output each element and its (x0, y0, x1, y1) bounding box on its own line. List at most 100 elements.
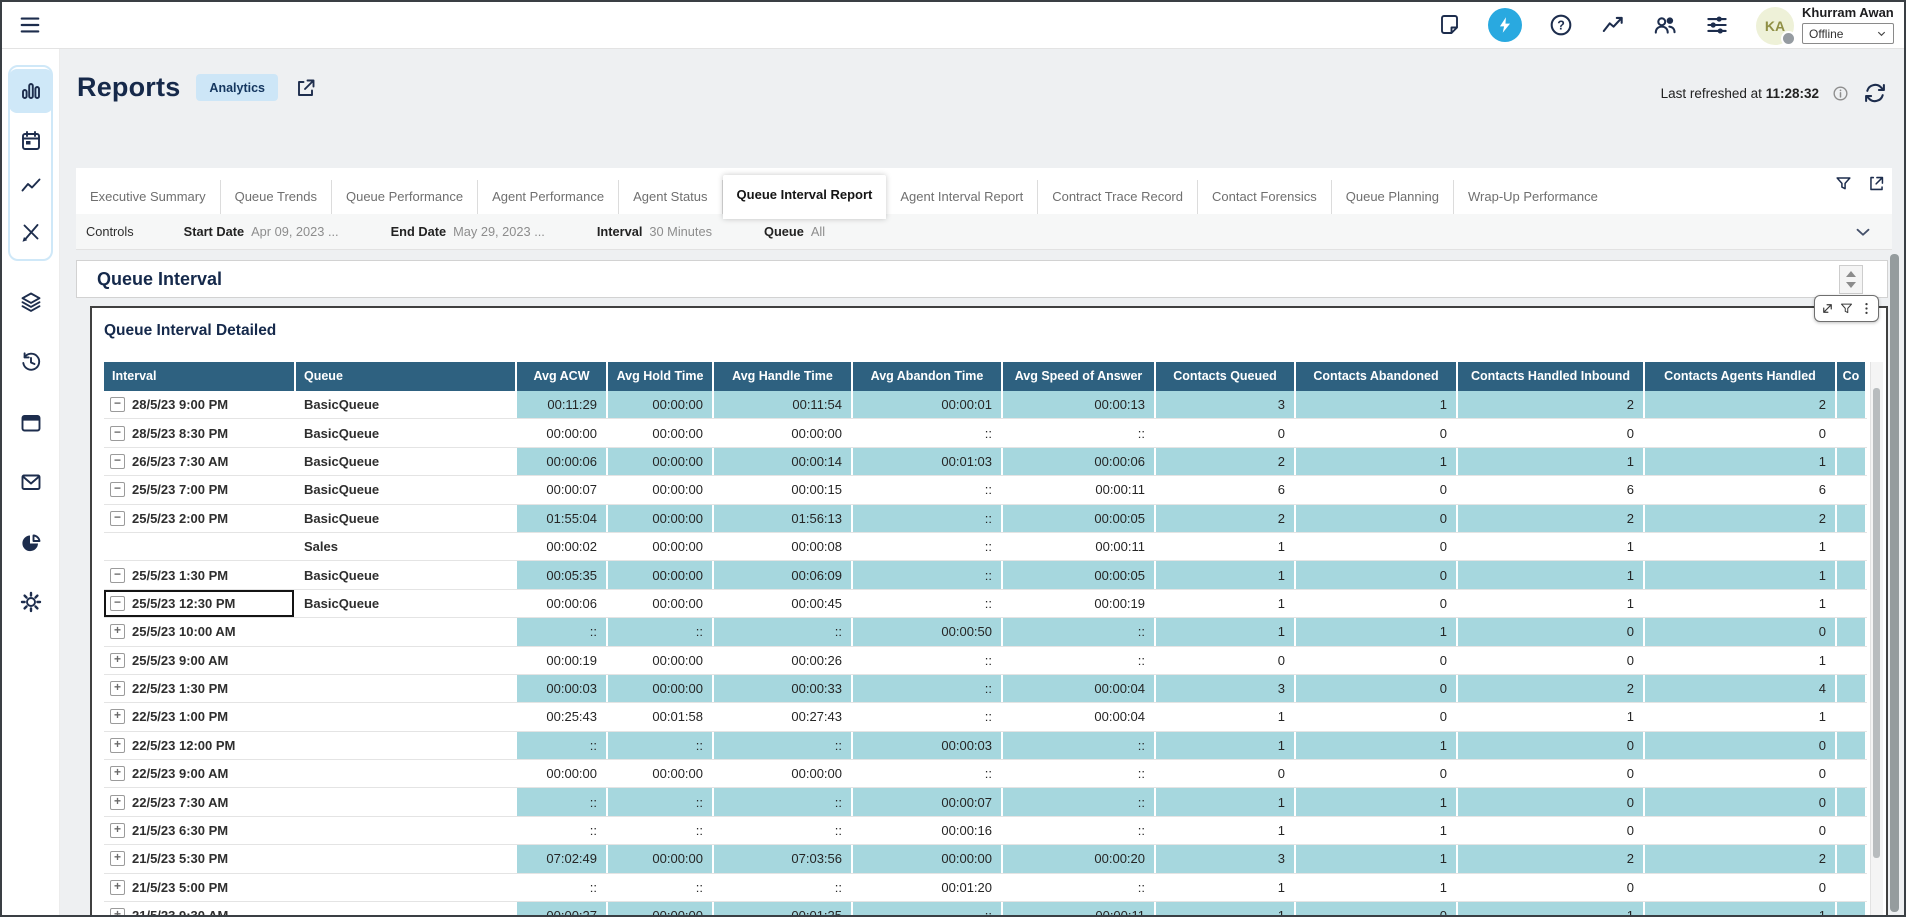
quick-actions-icon[interactable] (1488, 8, 1522, 42)
table-row[interactable]: +21/5/23 9:30 AM00:00:2700:00:0000:01:25… (104, 902, 1867, 917)
tab-queue-planning[interactable]: Queue Planning (1332, 180, 1454, 214)
filter-start-date[interactable]: Start Date Apr 09, 2023 ... (184, 224, 339, 239)
hamburger-menu-icon[interactable] (18, 14, 42, 36)
table-row[interactable]: −25/5/23 12:30 PMBasicQueue00:00:0600:00… (104, 590, 1867, 618)
column-header[interactable]: Avg Abandon Time (853, 362, 1003, 391)
table-row[interactable]: +21/5/23 5:00 PM::::::00:01:20::1100 (104, 874, 1867, 902)
expand-row-button[interactable]: + (110, 795, 125, 810)
filter-queue[interactable]: Queue All (764, 224, 825, 239)
help-icon[interactable]: ? (1548, 12, 1574, 38)
status-select[interactable]: Offline (1802, 23, 1894, 44)
sidebar-item-schedule[interactable] (9, 119, 53, 163)
filter-end-date[interactable]: End Date May 29, 2023 ... (391, 224, 545, 239)
table-scrollbar-thumb[interactable] (1873, 388, 1880, 858)
sidebar-item-layers[interactable] (9, 280, 53, 324)
tab-queue-performance[interactable]: Queue Performance (332, 180, 478, 214)
sidebar-item-wallboards[interactable] (9, 521, 53, 565)
interval-cell[interactable]: +22/5/23 1:30 PM (104, 675, 296, 702)
column-header[interactable]: Avg Handle Time (714, 362, 853, 391)
filter-icon[interactable] (1834, 174, 1853, 193)
interval-cell[interactable]: +21/5/23 5:00 PM (104, 874, 296, 901)
expand-row-button[interactable]: + (110, 908, 125, 917)
interval-cell[interactable] (104, 533, 296, 560)
table-row[interactable]: +25/5/23 10:00 AM::::::00:00:50::1100 (104, 618, 1867, 646)
column-header[interactable]: Interval (104, 362, 296, 391)
collapse-row-button[interactable]: − (110, 568, 125, 583)
table-row[interactable]: +22/5/23 1:30 PM00:00:0300:00:0000:00:33… (104, 675, 1867, 703)
table-scrollbar[interactable] (1870, 362, 1883, 915)
queue-interval-detailed-card[interactable]: Queue Interval Detailed Interval Queue A… (90, 306, 1888, 917)
interval-cell[interactable]: +25/5/23 10:00 AM (104, 618, 296, 645)
collapse-row-button[interactable]: − (110, 454, 125, 469)
tab-agent-interval-report[interactable]: Agent Interval Report (886, 180, 1038, 214)
tab-agent-status[interactable]: Agent Status (619, 180, 722, 214)
table-row[interactable]: +22/5/23 1:00 PM00:25:4300:01:5800:27:43… (104, 703, 1867, 731)
table-row[interactable]: −25/5/23 2:00 PMBasicQueue01:55:0400:00:… (104, 505, 1867, 533)
column-header[interactable]: Avg ACW (517, 362, 608, 391)
expand-row-button[interactable]: + (110, 738, 125, 753)
interval-cell[interactable]: −25/5/23 1:30 PM (104, 561, 296, 588)
interval-cell[interactable]: −25/5/23 2:00 PM (104, 505, 296, 532)
table-row[interactable]: −26/5/23 7:30 AMBasicQueue00:00:0600:00:… (104, 448, 1867, 476)
table-row[interactable]: +25/5/23 9:00 AM00:00:1900:00:0000:00:26… (104, 647, 1867, 675)
interval-cell[interactable]: −25/5/23 12:30 PM (104, 590, 296, 617)
settings-sliders-icon[interactable] (1704, 12, 1730, 38)
metrics-icon[interactable] (1600, 12, 1626, 38)
card-filter-icon[interactable] (1839, 301, 1854, 316)
expand-row-button[interactable]: + (110, 653, 125, 668)
sidebar-item-customize[interactable] (9, 210, 53, 254)
collapse-row-button[interactable]: − (110, 482, 125, 497)
table-row[interactable]: Sales00:00:0200:00:0000:00:08::00:00:111… (104, 533, 1867, 561)
table-row[interactable]: +22/5/23 7:30 AM::::::00:00:07::1100 (104, 788, 1867, 816)
expand-row-button[interactable]: + (110, 766, 125, 781)
interval-cell[interactable]: +21/5/23 5:30 PM (104, 845, 296, 872)
export-icon[interactable] (1867, 174, 1886, 193)
users-icon[interactable] (1652, 12, 1678, 38)
interval-cell[interactable]: −25/5/23 7:00 PM (104, 476, 296, 503)
expand-row-button[interactable]: + (110, 681, 125, 696)
table-row[interactable]: −25/5/23 1:30 PMBasicQueue00:05:3500:00:… (104, 561, 1867, 589)
expand-row-button[interactable]: + (110, 880, 125, 895)
panel-scroll-spinner[interactable] (1839, 265, 1863, 294)
collapse-row-button[interactable]: − (110, 397, 125, 412)
spinner-up-icon[interactable] (1846, 271, 1856, 277)
column-header[interactable]: Avg Hold Time (608, 362, 714, 391)
table-row[interactable]: −28/5/23 9:00 PMBasicQueue00:11:2900:00:… (104, 391, 1867, 419)
column-header[interactable]: Co (1837, 362, 1867, 391)
external-link-icon[interactable] (294, 76, 318, 100)
sidebar-item-history[interactable] (9, 340, 53, 384)
interval-cell[interactable]: −28/5/23 9:00 PM (104, 391, 296, 418)
spinner-down-icon[interactable] (1846, 282, 1856, 288)
interval-cell[interactable]: +22/5/23 1:00 PM (104, 703, 296, 730)
expand-row-button[interactable]: + (110, 624, 125, 639)
maximize-icon[interactable] (1820, 301, 1835, 316)
tab-queue-interval-report[interactable]: Queue Interval Report (723, 175, 887, 219)
sidebar-item-messages[interactable] (9, 460, 53, 504)
table-row[interactable]: +22/5/23 9:00 AM00:00:0000:00:0000:00:00… (104, 760, 1867, 788)
table-row[interactable]: +22/5/23 12:00 PM::::::00:00:03::1100 (104, 732, 1867, 760)
column-header[interactable]: Contacts Queued (1156, 362, 1296, 391)
kebab-menu-icon[interactable] (1859, 301, 1874, 316)
collapse-row-button[interactable]: − (110, 511, 125, 526)
interval-cell[interactable]: +22/5/23 12:00 PM (104, 732, 296, 759)
interval-cell[interactable]: +25/5/23 9:00 AM (104, 647, 296, 674)
interval-cell[interactable]: +21/5/23 6:30 PM (104, 817, 296, 844)
interval-cell[interactable]: +22/5/23 9:00 AM (104, 760, 296, 787)
tab-agent-performance[interactable]: Agent Performance (478, 180, 619, 214)
sidebar-item-settings[interactable] (9, 580, 53, 624)
collapse-row-button[interactable]: − (110, 426, 125, 441)
column-header[interactable]: Contacts Handled Inbound (1458, 362, 1645, 391)
column-header[interactable]: Contacts Abandoned (1296, 362, 1458, 391)
table-row[interactable]: −25/5/23 7:00 PMBasicQueue00:00:0700:00:… (104, 476, 1867, 504)
expand-row-button[interactable]: + (110, 851, 125, 866)
table-row[interactable]: +21/5/23 6:30 PM::::::00:00:16::1100 (104, 817, 1867, 845)
info-icon[interactable] (1831, 84, 1850, 103)
collapse-row-button[interactable]: − (110, 596, 125, 611)
interval-cell[interactable]: −28/5/23 8:30 PM (104, 419, 296, 446)
column-header[interactable]: Contacts Agents Handled (1645, 362, 1837, 391)
tab-wrap-up-performance[interactable]: Wrap-Up Performance (1454, 180, 1612, 214)
filter-interval[interactable]: Interval 30 Minutes (597, 224, 712, 239)
tab-queue-trends[interactable]: Queue Trends (221, 180, 332, 214)
controls-collapse-chevron-icon[interactable] (1852, 221, 1874, 243)
tab-contract-trace-record[interactable]: Contract Trace Record (1038, 180, 1198, 214)
